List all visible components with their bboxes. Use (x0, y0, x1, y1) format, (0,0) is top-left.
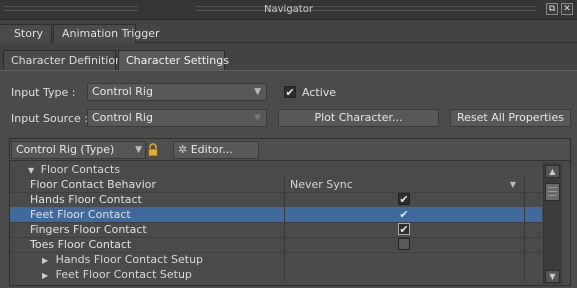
subgroup-hands-floor-contact-setup[interactable]: ▶ Hands Floor Contact Setup (42, 252, 203, 267)
tab-animation-trigger-label: Animation Trigger (62, 27, 160, 40)
property-name: Fingers Floor Contact (30, 223, 147, 236)
input-type-label: Input Type : (11, 86, 76, 99)
sparkle-icon: ✲ (178, 143, 188, 156)
arrow-up-icon: ▲ (549, 167, 556, 176)
hands-floor-contact-checkbox[interactable]: ✔ (398, 193, 410, 205)
arrow-down-icon: ▼ (549, 272, 556, 281)
active-label: Active (302, 86, 337, 99)
checkmark-icon: ✔ (399, 193, 409, 206)
plot-character-button[interactable]: Plot Character... (278, 109, 439, 127)
property-name: Toes Floor Contact (30, 238, 132, 251)
tab-character-settings-label: Character Settings (126, 54, 229, 67)
float-icon: ⧉ (548, 4, 556, 14)
input-type-combo[interactable]: Control Rig ▼ (87, 83, 267, 101)
window-title: Navigator (264, 4, 313, 15)
input-type-value: Control Rig (92, 85, 153, 98)
active-checkbox[interactable]: ✔ (284, 86, 296, 98)
subgroup-label: Hands Floor Contact Setup (55, 253, 204, 266)
property-name: Floor Contact Behavior (30, 178, 157, 191)
chevron-down-icon: ▼ (254, 113, 261, 123)
chevron-down-icon: ▼ (509, 180, 516, 189)
close-icon: ✕ (563, 4, 571, 14)
editor-button[interactable]: ✲ Editor... (173, 141, 259, 159)
reset-all-properties-button[interactable]: Reset All Properties (450, 109, 571, 127)
floor-contact-behavior-combo[interactable]: Never Sync ▼ (286, 177, 522, 192)
property-row-feet-floor-contact[interactable]: Feet Floor Contact (10, 207, 542, 222)
checkmark-icon: ✔ (285, 86, 295, 99)
property-row-fingers-floor-contact[interactable]: Fingers Floor Contact (10, 222, 542, 237)
property-row-toes-floor-contact[interactable]: Toes Floor Contact (10, 237, 542, 252)
expand-triangle-icon: ▼ (28, 166, 35, 175)
property-type-combo[interactable]: Control Rig (Type) ▼ (11, 141, 146, 159)
tab-character-definition[interactable]: Character Definition (3, 50, 122, 70)
property-name: Feet Floor Contact (30, 208, 131, 221)
toes-floor-contact-checkbox[interactable] (398, 238, 410, 250)
input-source-label: Input Source : (11, 112, 88, 125)
group-floor-contacts[interactable]: ▼ Floor Contacts (28, 162, 120, 177)
checkmark-icon: ✔ (399, 223, 409, 236)
subgroup-feet-floor-contact-setup[interactable]: ▶ Feet Floor Contact Setup (42, 267, 192, 282)
scroll-up-button[interactable]: ▲ (545, 165, 560, 178)
property-type-value: Control Rig (Type) (16, 143, 115, 156)
lock-icon[interactable] (147, 143, 159, 157)
floor-contact-behavior-value: Never Sync (290, 178, 353, 191)
input-source-value: Control Rig (92, 111, 153, 124)
group-floor-contacts-label: Floor Contacts (40, 163, 121, 176)
scroll-thumb[interactable] (545, 183, 560, 201)
expand-triangle-icon: ▶ (42, 256, 49, 265)
tab-character-settings[interactable]: Character Settings (118, 50, 229, 70)
property-grid-scrollbar[interactable] (543, 163, 562, 284)
subgroup-label: Feet Floor Contact Setup (55, 268, 192, 281)
tab-story-label: Story (13, 27, 43, 40)
property-name: Hands Floor Contact (30, 193, 142, 206)
fingers-floor-contact-checkbox[interactable]: ✔ (398, 223, 410, 235)
chevron-down-icon: ▼ (135, 145, 142, 155)
editor-button-label: Editor... (190, 143, 233, 156)
scroll-down-button[interactable]: ▼ (545, 270, 560, 283)
tab-character-definition-label: Character Definition (11, 54, 123, 67)
expand-triangle-icon: ▶ (42, 271, 49, 280)
property-row-hands-floor-contact[interactable]: Hands Floor Contact (10, 192, 542, 207)
tab-story[interactable]: Story (0, 24, 52, 43)
tab-animation-trigger[interactable]: Animation Trigger (53, 24, 160, 43)
float-window-button[interactable]: ⧉ (546, 3, 558, 15)
chevron-down-icon: ▼ (254, 87, 261, 97)
close-window-button[interactable]: ✕ (561, 3, 573, 15)
feet-floor-contact-checkbox[interactable]: ✔ (398, 208, 410, 220)
input-source-combo[interactable]: Control Rig ▼ (87, 109, 267, 127)
checkmark-icon: ✔ (399, 208, 409, 221)
